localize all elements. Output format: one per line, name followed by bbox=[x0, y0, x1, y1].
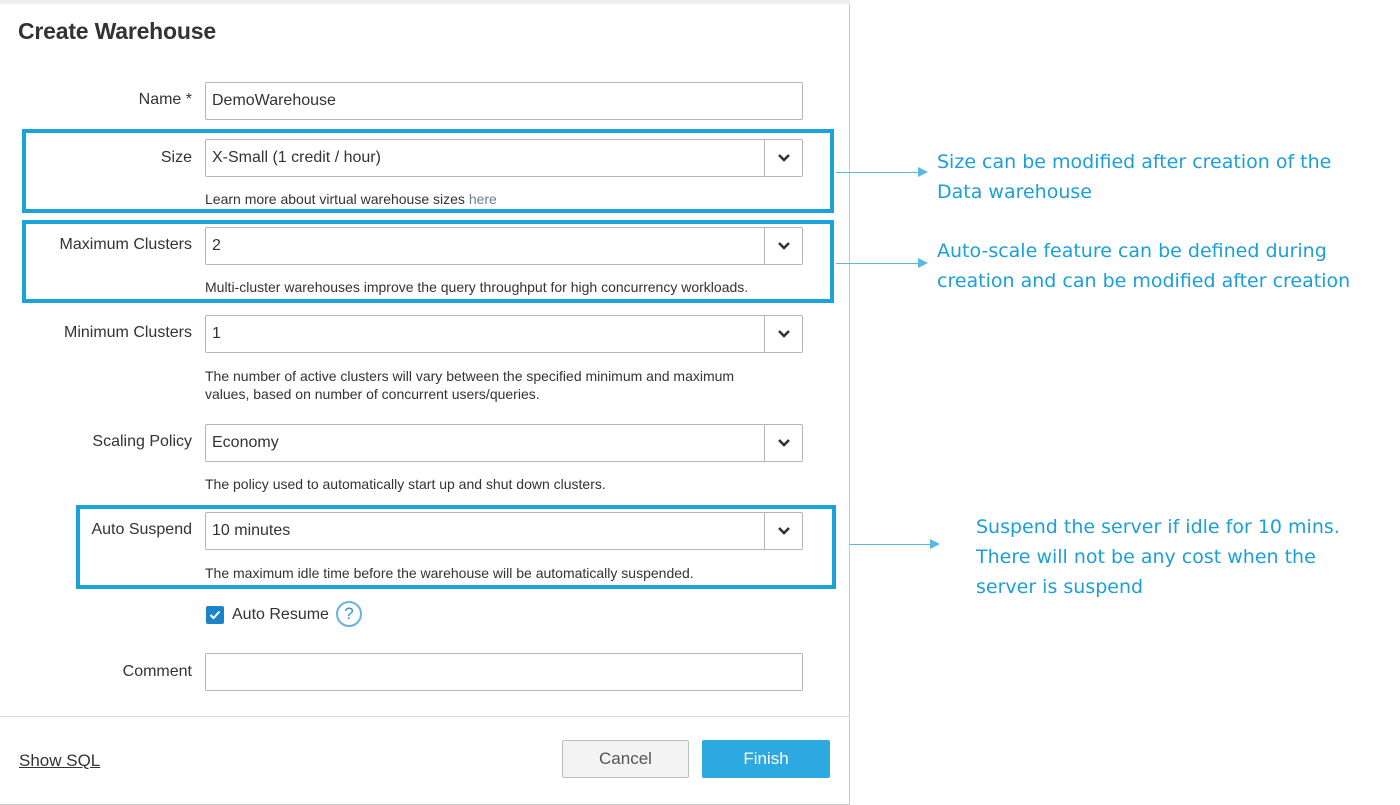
chevron-down-icon[interactable] bbox=[764, 425, 802, 461]
name-label: Name * bbox=[138, 91, 192, 108]
footer-divider bbox=[0, 716, 850, 717]
min-clusters-label: Minimum Clusters bbox=[63, 324, 192, 341]
cancel-button[interactable]: Cancel bbox=[562, 740, 689, 778]
scaling-policy-help: The policy used to automatically start u… bbox=[205, 476, 606, 492]
suspend-annotation-line1: Suspend the server if idle for 10 mins. bbox=[976, 516, 1340, 538]
autoscale-annotation: Auto-scale feature can be defined during… bbox=[937, 236, 1350, 296]
create-warehouse-dialog: Create Warehouse Name * DemoWarehouse Si… bbox=[0, 0, 850, 805]
max-clusters-highlight-box bbox=[22, 220, 834, 303]
comment-label: Comment bbox=[122, 663, 192, 680]
scaling-policy-select[interactable]: Economy bbox=[205, 424, 803, 462]
min-clusters-help-line1: The number of active clusters will vary … bbox=[205, 368, 735, 384]
scaling-policy-label: Scaling Policy bbox=[92, 433, 192, 450]
suspend-annotation: Suspend the server if idle for 10 mins. … bbox=[976, 512, 1340, 602]
min-clusters-select[interactable]: 1 bbox=[205, 315, 803, 353]
arrow-right-icon bbox=[930, 539, 940, 549]
size-callout-line bbox=[836, 172, 918, 173]
suspend-annotation-line2: There will not be any cost when the bbox=[976, 546, 1316, 568]
min-clusters-help: The number of active clusters will vary … bbox=[205, 367, 734, 403]
min-clusters-value: 1 bbox=[212, 325, 221, 342]
autoscale-annotation-line1: Auto-scale feature can be defined during bbox=[937, 240, 1327, 262]
checkmark-icon bbox=[209, 610, 221, 620]
min-clusters-help-line2: values, based on number of concurrent us… bbox=[205, 386, 540, 402]
size-annotation-line2: Data warehouse bbox=[937, 181, 1092, 203]
auto-suspend-highlight-box bbox=[76, 505, 836, 589]
dialog-top-strip bbox=[0, 0, 850, 4]
arrow-right-icon bbox=[918, 258, 928, 268]
name-input-value: DemoWarehouse bbox=[212, 92, 336, 109]
show-sql-link[interactable]: Show SQL bbox=[19, 751, 100, 771]
dialog-title: Create Warehouse bbox=[18, 18, 216, 44]
name-input[interactable]: DemoWarehouse bbox=[205, 82, 803, 120]
comment-input[interactable] bbox=[205, 653, 803, 691]
autoscale-callout-line bbox=[836, 263, 918, 264]
size-annotation: Size can be modified after creation of t… bbox=[937, 147, 1331, 207]
arrow-right-icon bbox=[918, 167, 928, 177]
auto-resume-checkbox[interactable] bbox=[206, 606, 224, 624]
suspend-callout-line bbox=[850, 544, 930, 545]
suspend-annotation-line3: server is suspend bbox=[976, 576, 1144, 598]
size-annotation-line1: Size can be modified after creation of t… bbox=[937, 151, 1332, 173]
auto-resume-label: Auto Resume bbox=[232, 606, 329, 623]
size-highlight-box bbox=[22, 129, 834, 213]
chevron-down-icon[interactable] bbox=[764, 316, 802, 352]
finish-button[interactable]: Finish bbox=[702, 740, 830, 778]
question-circle-icon[interactable]: ? bbox=[336, 601, 362, 627]
scaling-policy-value: Economy bbox=[212, 434, 279, 451]
autoscale-annotation-line2: creation and can be modified after creat… bbox=[937, 270, 1351, 292]
